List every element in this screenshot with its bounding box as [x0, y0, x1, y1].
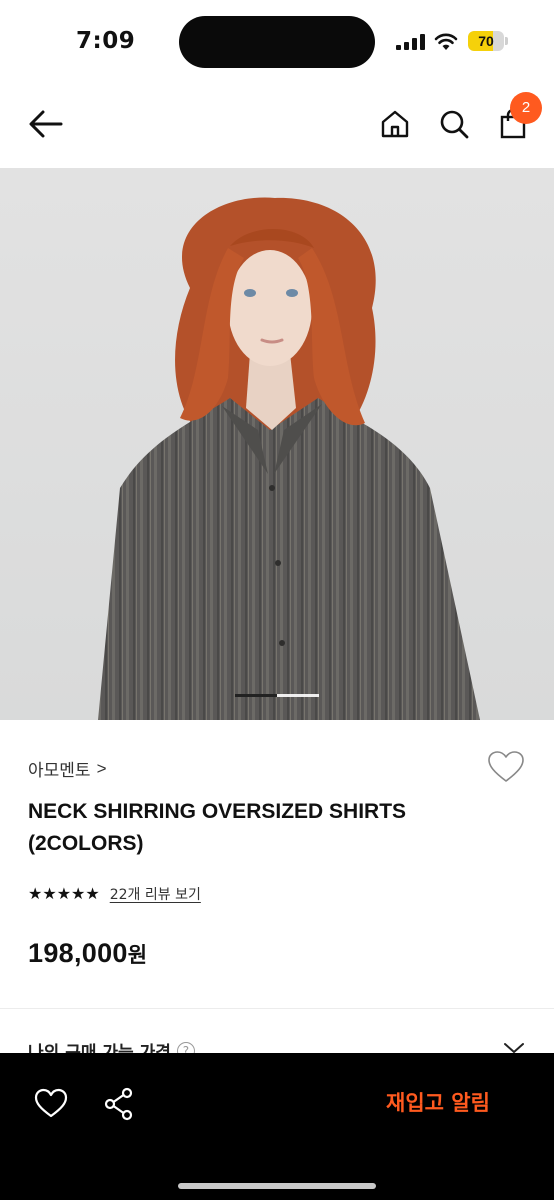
- arrow-left-icon: [29, 110, 63, 138]
- battery-level: 70: [478, 33, 494, 49]
- home-indicator: [178, 1183, 376, 1189]
- battery-body: 70: [468, 31, 504, 51]
- rating-stars: ★★★★★: [28, 886, 100, 903]
- share-button[interactable]: [102, 1087, 136, 1121]
- wishlist-button[interactable]: [486, 748, 526, 788]
- heart-outline-icon: [34, 1088, 68, 1118]
- brand-name: 아모멘토: [28, 761, 91, 781]
- image-pager-active: [235, 694, 277, 697]
- price: 198,000 원: [28, 938, 147, 969]
- status-time: 7:09: [76, 28, 136, 54]
- home-icon: [381, 110, 409, 138]
- section-divider: [0, 1008, 554, 1009]
- image-pager: [235, 694, 319, 697]
- search-icon: [440, 110, 469, 139]
- bottom-action-bar: 재입고 알림: [0, 1053, 554, 1200]
- rating-row: ★★★★★ 22개 리뷰 보기: [28, 884, 201, 904]
- product-image-carousel[interactable]: [0, 168, 554, 720]
- review-link[interactable]: 22개 리뷰 보기: [110, 884, 201, 904]
- cellular-signal-icon: [396, 34, 425, 50]
- back-button[interactable]: [26, 104, 66, 144]
- share-icon: [104, 1087, 133, 1121]
- product-photo: [0, 168, 554, 720]
- status-bar: 7:09 70: [0, 0, 554, 84]
- price-unit: 원: [127, 943, 148, 967]
- product-title: NECK SHIRRING OVERSIZED SHIRTS (2COLORS): [28, 800, 407, 855]
- battery-indicator: 70: [468, 31, 508, 51]
- brand-link[interactable]: 아모멘토 >: [28, 756, 107, 782]
- cart-count-badge: 2: [510, 92, 542, 124]
- restock-alert-button[interactable]: 재입고 알림: [368, 1081, 508, 1125]
- search-button[interactable]: [434, 104, 474, 144]
- app-header: [0, 84, 554, 168]
- battery-nub: [505, 37, 508, 45]
- home-button[interactable]: [375, 104, 415, 144]
- price-value: 198,000: [28, 938, 128, 968]
- dynamic-island: [179, 16, 375, 68]
- heart-outline-icon: [488, 751, 524, 782]
- wifi-icon: [434, 33, 458, 50]
- like-button[interactable]: [34, 1087, 68, 1121]
- chevron-right-icon: >: [96, 758, 107, 778]
